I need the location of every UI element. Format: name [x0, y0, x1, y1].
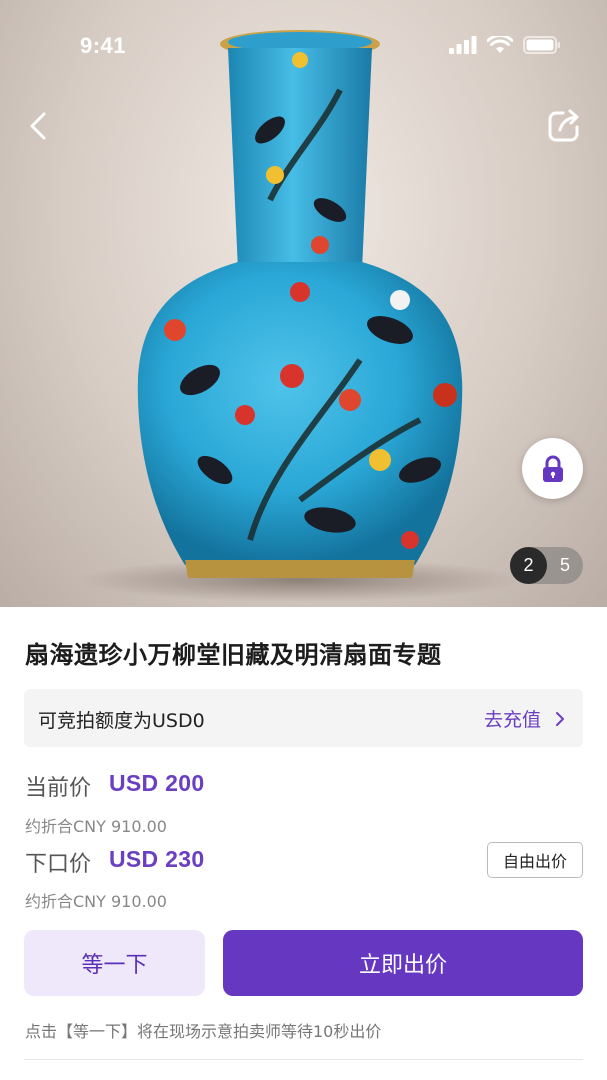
recharge-link[interactable]: 去充值: [484, 705, 565, 732]
next-price-label: 下口价: [25, 852, 92, 877]
recharge-label: 去充值: [483, 709, 541, 731]
wait-button[interactable]: 等一下: [24, 930, 205, 996]
product-image-gallery[interactable]: 9:41 2 5: [0, 0, 607, 607]
status-time: 9:41: [80, 33, 127, 58]
battery-icon: [523, 36, 561, 58]
share-icon: [548, 109, 579, 142]
share-button[interactable]: [546, 108, 582, 144]
back-icon: [30, 112, 46, 140]
lock-button[interactable]: [522, 438, 583, 499]
divider: [24, 1059, 583, 1060]
lock-icon: [542, 455, 563, 482]
credit-text: 可竞拍额度为USD0: [38, 710, 205, 732]
current-price-value: USD 200: [109, 770, 205, 796]
bid-now-button[interactable]: 立即出价: [223, 930, 583, 996]
lot-title: 扇海遗珍小万柳堂旧藏及明清扇面专题: [25, 641, 442, 669]
chevron-right-icon: [556, 711, 564, 726]
signal-icon: [449, 36, 477, 58]
lot-detail: 扇海遗珍小万柳堂旧藏及明清扇面专题 可竞拍额度为USD0 去充值 当前价 USD…: [0, 607, 607, 1080]
back-button[interactable]: [22, 108, 58, 144]
free-bid-button[interactable]: 自由出价: [487, 842, 583, 878]
page-total: 5: [559, 555, 570, 575]
current-price-label: 当前价: [25, 776, 92, 801]
wifi-icon: [486, 34, 514, 58]
wait-hint: 点击【等一下】将在现场示意拍卖师等待10秒出价: [25, 1022, 382, 1041]
status-bar: 9:41: [0, 0, 607, 96]
image-page-counter: 2 5: [510, 547, 583, 584]
credit-banner[interactable]: 可竞拍额度为USD0 去充值: [24, 689, 583, 747]
next-price-converted: 约折合CNY 910.00: [25, 892, 167, 911]
current-price-converted: 约折合CNY 910.00: [25, 817, 167, 836]
next-price-value: USD 230: [109, 846, 205, 872]
page-current: 2: [510, 547, 547, 584]
